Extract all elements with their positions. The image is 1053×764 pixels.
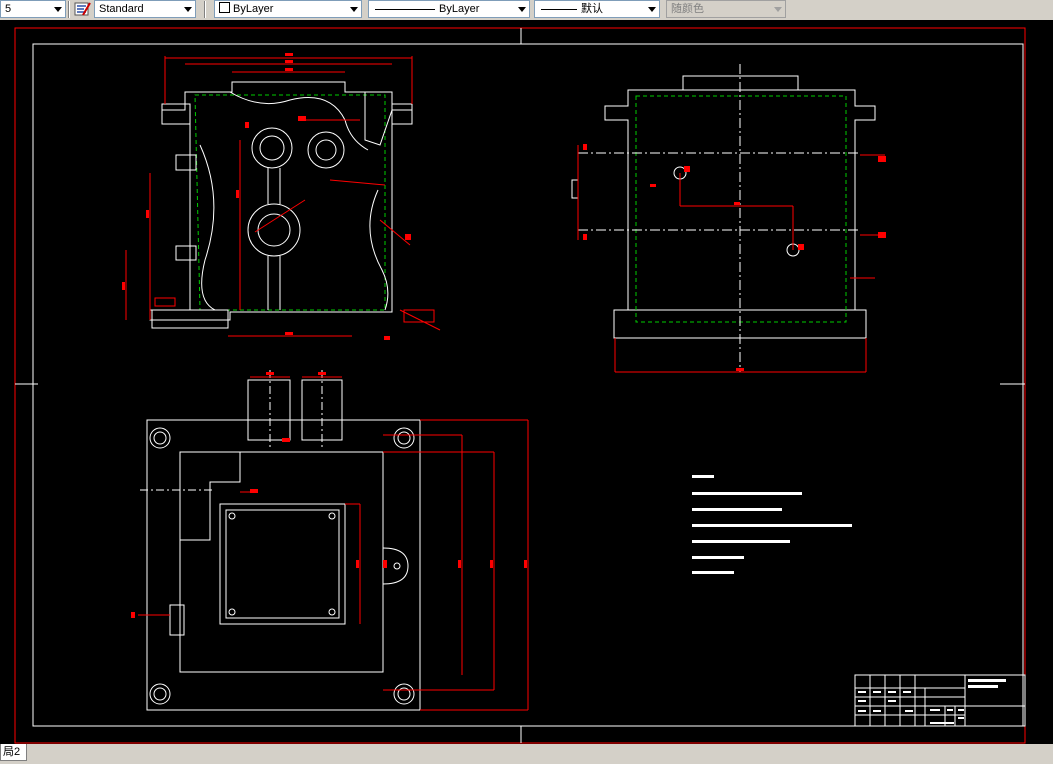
top-hatch-corner: [179, 451, 241, 541]
top-left-boss: [169, 604, 185, 636]
top-cover-plate-inner: [225, 509, 340, 619]
cover-bolt-2: [328, 512, 336, 520]
chevron-down-icon: [774, 7, 782, 12]
color-swatch-icon: [219, 2, 230, 13]
lineweight-dropdown[interactable]: 默认: [534, 0, 660, 18]
lineweight-sample-line: [541, 9, 577, 10]
corner-hole-bl-inner: [153, 687, 167, 701]
side-drain-plug: [571, 179, 579, 199]
text-style-dropdown[interactable]: Standard: [94, 0, 196, 18]
chevron-down-icon: [648, 7, 656, 12]
bearing-upper-right-inner: [315, 139, 337, 161]
front-view: [122, 53, 441, 340]
linetype-dropdown[interactable]: ByLayer: [368, 0, 530, 18]
top-body-outline: [146, 419, 421, 711]
technical-notes: [692, 475, 852, 574]
sheet-boundary: [14, 27, 1026, 744]
cad-drawing: [14, 27, 1026, 744]
layout-tab-bar: 局2: [0, 744, 1053, 764]
front-right-flange: [391, 103, 413, 125]
linetype-sample-line: [375, 9, 435, 10]
front-base-hatch: [151, 309, 229, 329]
front-dimensions: [125, 56, 441, 337]
bearing-lower: [247, 203, 301, 257]
top-dimensions: [138, 376, 529, 711]
front-hidden-outline: [194, 94, 386, 311]
layer-value: 5: [5, 3, 12, 15]
chevron-down-icon: [350, 7, 358, 12]
top-lug-hole: [393, 562, 401, 570]
corner-hole-tl-inner: [153, 431, 167, 445]
chevron-down-icon: [184, 7, 192, 12]
top-view: [131, 370, 529, 711]
toolbar-separator: [68, 1, 70, 18]
lineweight-value: 默认: [581, 3, 603, 15]
corner-hole-tl: [149, 427, 171, 449]
side-hidden-outline: [635, 95, 847, 323]
side-view: [571, 64, 886, 373]
front-boss-left: [175, 154, 197, 261]
bearing-upper-left-inner: [259, 135, 285, 161]
front-left-flange: [161, 103, 191, 125]
color-dropdown[interactable]: ByLayer: [214, 0, 362, 18]
title-block: [854, 674, 1026, 727]
corner-hole-br: [393, 683, 415, 705]
text-style-value: Standard: [99, 3, 144, 15]
corner-hole-tr-inner: [397, 431, 411, 445]
properties-toolbar: 5 Standard ByLayer ByLayer 默认 随颜色: [0, 0, 1053, 21]
text-style-icon[interactable]: [74, 1, 91, 17]
plotstyle-value: 随颜色: [671, 3, 704, 15]
layout-tab[interactable]: 局2: [0, 744, 28, 761]
bearing-lower-inner: [257, 213, 291, 247]
title-block-texts: [858, 679, 1006, 724]
front-body-outline: [149, 81, 413, 321]
color-value: ByLayer: [233, 3, 274, 15]
layout-tab-label: 局2: [3, 746, 21, 758]
chevron-down-icon: [518, 7, 526, 12]
shaft-stub-left: [247, 379, 291, 441]
layer-dropdown[interactable]: 5: [0, 0, 66, 18]
linetype-value: ByLayer: [439, 3, 480, 15]
color-swatch-wrap: ByLayer: [219, 1, 273, 17]
cover-bolt-4: [328, 608, 336, 616]
drawing-canvas[interactable]: [0, 20, 1053, 744]
break-line-left: [199, 144, 216, 311]
top-dimension-texts: [131, 372, 527, 618]
corner-hole-bl: [149, 683, 171, 705]
corner-hole-tr: [393, 427, 415, 449]
front-hatch-right-top: [364, 91, 393, 146]
top-cover-plate: [219, 503, 346, 625]
chevron-down-icon: [54, 7, 62, 12]
plotstyle-dropdown: 随颜色: [666, 0, 786, 18]
cover-bolt-1: [228, 512, 236, 520]
bearing-upper-right: [307, 131, 345, 169]
toolbar-separator: [204, 1, 206, 18]
bearing-upper-left: [251, 127, 293, 169]
cover-bolt-3: [228, 608, 236, 616]
